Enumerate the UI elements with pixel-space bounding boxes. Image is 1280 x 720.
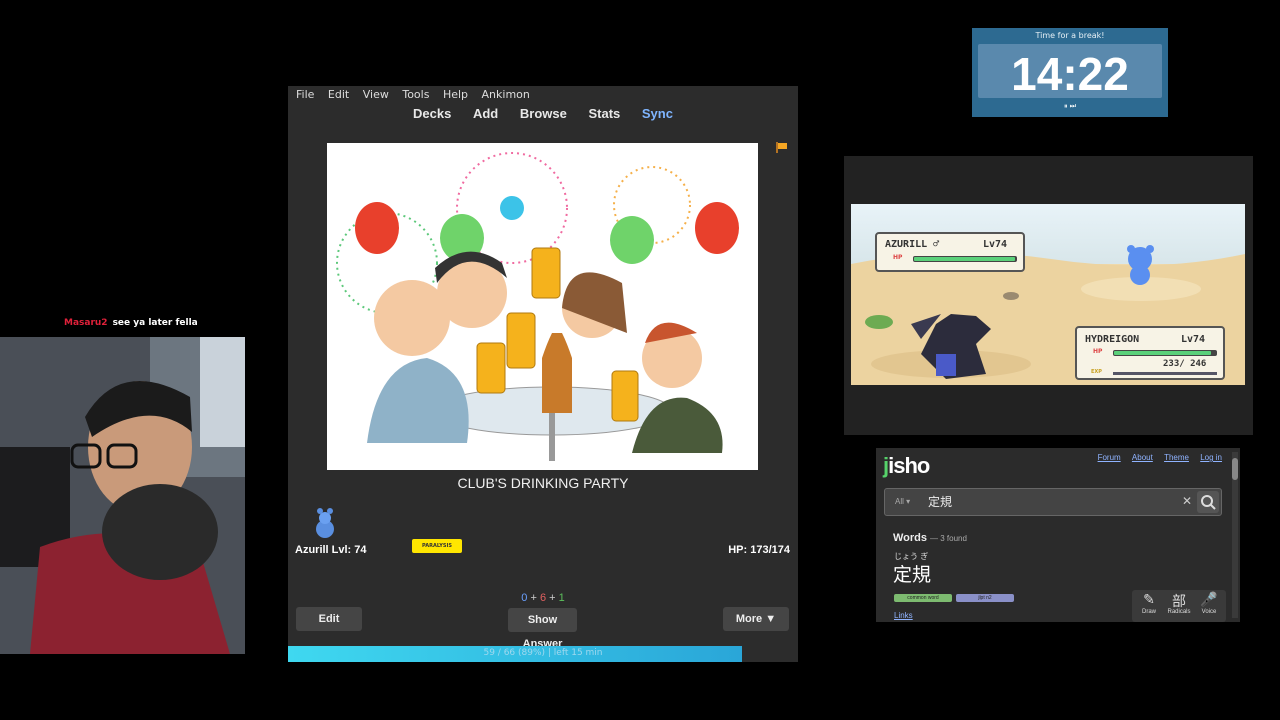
player-hp-label: HP xyxy=(1093,348,1103,355)
nav-forum[interactable]: Forum xyxy=(1098,453,1121,462)
player-hp-bar: HP xyxy=(1093,348,1217,356)
pokemon-level-label: Azurill Lvl: 74 xyxy=(295,544,367,556)
player-hp-fill xyxy=(1114,351,1211,355)
nav-theme[interactable]: Theme xyxy=(1164,453,1189,462)
chat-message: Masaru2 see ya later fella xyxy=(64,318,198,328)
new-count: 0 xyxy=(521,592,528,604)
jisho-panel: jisho Forum About Theme Log in All ▾ 定規 … xyxy=(876,448,1240,622)
chat-username: Masaru2 xyxy=(64,318,108,328)
enemy-hp-label: HP xyxy=(893,254,903,261)
menu-tools[interactable]: Tools xyxy=(402,88,429,101)
game-window: AZURILL ♂ Lv74 HP HYDREIGON Lv74 HP 233/… xyxy=(844,156,1253,435)
search-icon xyxy=(1201,495,1216,510)
progress-bar: 59 / 66 (89%) | left 15 min xyxy=(288,646,798,662)
timer-display: 14:22 xyxy=(978,44,1162,100)
webcam-feed xyxy=(0,337,245,654)
results-count: — 3 found xyxy=(930,534,967,543)
input-tools: ✎ Draw 部 Radicals 🎤 Voice xyxy=(1132,590,1226,622)
edit-button[interactable]: Edit xyxy=(296,607,362,631)
voice-label: Voice xyxy=(1201,609,1217,615)
search-button[interactable] xyxy=(1197,491,1219,513)
draw-label: Draw xyxy=(1141,609,1156,615)
jisho-logo[interactable]: jisho xyxy=(883,453,930,479)
exp-bar: EXP xyxy=(1091,369,1217,375)
review-count: 1 xyxy=(558,592,565,604)
radicals-tool[interactable]: 部 Radicals xyxy=(1164,591,1194,615)
status-badge: PARALYSIS xyxy=(412,539,462,553)
links-link[interactable]: Links xyxy=(894,611,913,620)
player-hud: HYDREIGON Lv74 HP 233/ 246 EXP xyxy=(1075,326,1225,380)
flag-icon[interactable] xyxy=(776,138,788,153)
anki-window: File Edit View Tools Help Ankimon Decks … xyxy=(288,86,798,662)
player-name: HYDREIGON xyxy=(1085,334,1140,345)
card-image xyxy=(327,143,758,470)
count-separator: + xyxy=(549,592,556,604)
count-separator: + xyxy=(530,592,537,604)
azurill-sprite-icon xyxy=(312,507,338,541)
timer-value: 14:22 xyxy=(1011,48,1129,100)
exp-label: EXP xyxy=(1091,369,1102,375)
tag-common: common word xyxy=(894,594,952,602)
card-counts: 0 + 6 + 1 xyxy=(288,592,798,604)
nav-about[interactable]: About xyxy=(1132,453,1153,462)
word-entry[interactable]: 定規 xyxy=(893,560,931,587)
timer-controls[interactable]: ⏸ ⏭ xyxy=(972,102,1168,111)
search-input[interactable]: 定規 xyxy=(928,493,952,510)
microphone-icon: 🎤 xyxy=(1200,591,1218,607)
menu-edit[interactable]: Edit xyxy=(328,88,349,101)
menu-bar: File Edit View Tools Help Ankimon xyxy=(296,88,540,104)
jisho-nav: Forum About Theme Log in xyxy=(1089,453,1222,462)
jisho-search-bar: All ▾ 定規 ✕ xyxy=(884,488,1222,516)
voice-tool[interactable]: 🎤 Voice xyxy=(1194,591,1224,615)
player-level: Lv74 xyxy=(1181,334,1206,345)
main-toolbar: Decks Add Browse Stats Sync xyxy=(288,106,798,121)
toolbar-decks[interactable]: Decks xyxy=(413,106,451,121)
battle-screen: AZURILL ♂ Lv74 HP HYDREIGON Lv74 HP 233/… xyxy=(851,204,1245,385)
scrollbar-thumb[interactable] xyxy=(1232,458,1238,480)
toolbar-add[interactable]: Add xyxy=(473,106,498,121)
radicals-icon: 部 xyxy=(1172,593,1186,609)
toolbar-stats[interactable]: Stats xyxy=(588,106,620,121)
clear-icon[interactable]: ✕ xyxy=(1182,494,1192,508)
menu-file[interactable]: File xyxy=(296,88,314,101)
radicals-label: Radicals xyxy=(1167,609,1191,615)
menu-view[interactable]: View xyxy=(363,88,389,101)
menu-ankimon[interactable]: Ankimon xyxy=(482,88,530,101)
enemy-name: AZURILL ♂ xyxy=(885,239,940,250)
hp-label: HP: 173/174 xyxy=(728,544,790,556)
toolbar-browse[interactable]: Browse xyxy=(520,106,567,121)
break-timer: Time for a break! 14:22 ⏸ ⏭ xyxy=(972,28,1168,117)
draw-icon: ✎ xyxy=(1143,591,1155,607)
search-scope-select[interactable]: All ▾ xyxy=(895,497,910,506)
player-hp-text: 233/ 246 xyxy=(1163,359,1207,369)
progress-text: 59 / 66 (89%) | left 15 min xyxy=(483,648,603,658)
enemy-level: Lv74 xyxy=(983,239,1008,250)
results-title: Words xyxy=(893,532,928,544)
menu-help[interactable]: Help xyxy=(443,88,468,101)
toolbar-sync[interactable]: Sync xyxy=(642,106,673,121)
tag-jlpt: jlpt n2 xyxy=(956,594,1014,602)
draw-tool[interactable]: ✎ Draw xyxy=(1134,591,1164,615)
nav-login[interactable]: Log in xyxy=(1200,453,1222,462)
learning-count: 6 xyxy=(539,592,547,604)
enemy-hp-fill xyxy=(914,257,1015,261)
enemy-hp-bar: HP xyxy=(893,254,1017,262)
enemy-hud: AZURILL ♂ Lv74 HP xyxy=(875,232,1025,272)
scrollbar[interactable] xyxy=(1232,452,1238,618)
card-question-text: CLUB'S DRINKING PARTY xyxy=(457,475,629,491)
more-button[interactable]: More ▼ xyxy=(723,607,789,631)
show-answer-button[interactable]: Show Answer xyxy=(508,608,577,650)
timer-title: Time for a break! xyxy=(1035,31,1105,40)
chat-text: see ya later fella xyxy=(112,318,198,328)
